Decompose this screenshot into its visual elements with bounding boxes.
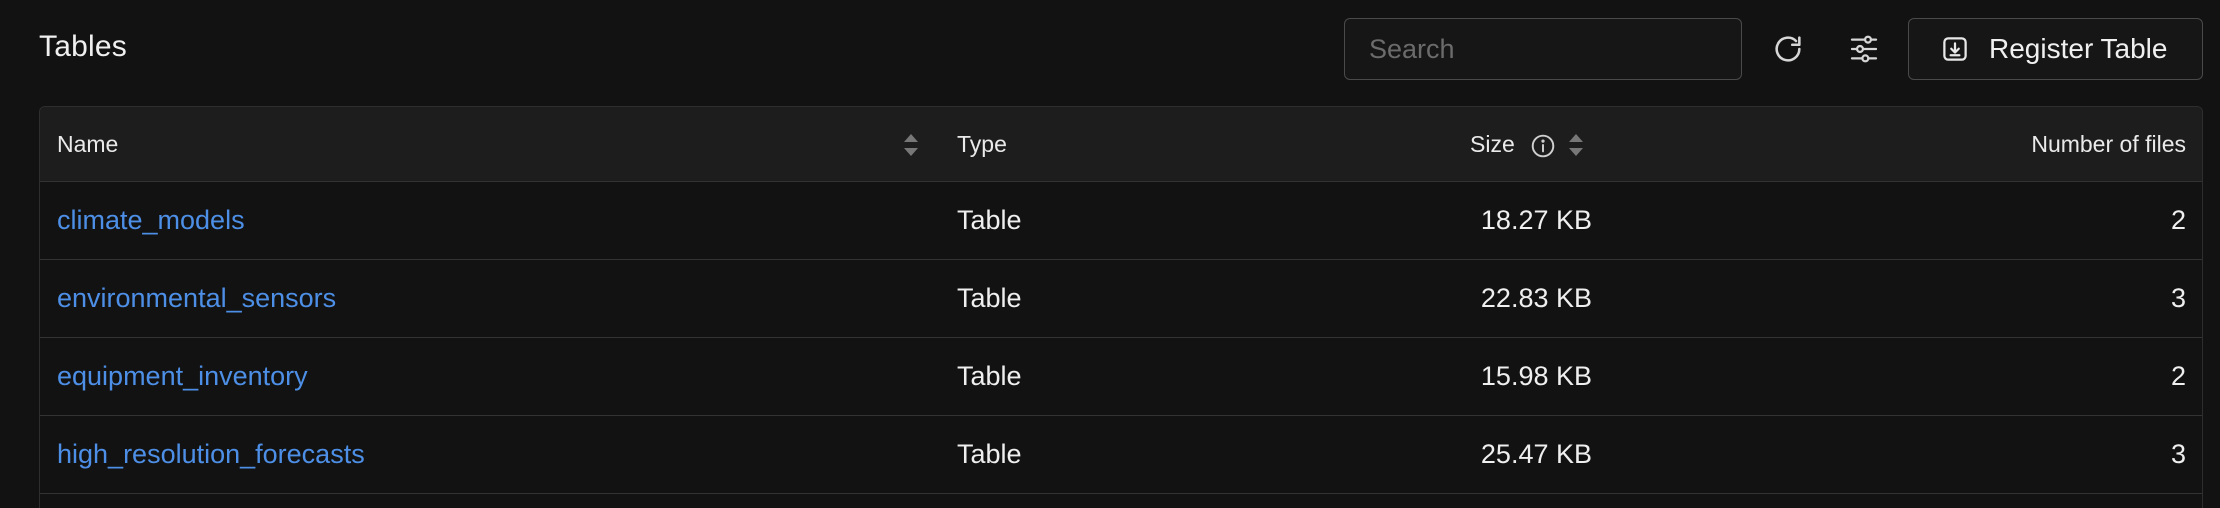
table-type: Table — [957, 361, 1022, 391]
table-name-link[interactable]: high_resolution_forecasts — [57, 416, 365, 493]
table-file-count: 3 — [2170, 439, 2186, 469]
table-size: 15.98 KB — [1480, 361, 1592, 391]
tables-page: Tables Search Register Table Name Type S… — [0, 0, 2220, 508]
table-row: environmental_sensors Table 22.83 KB 3 — [40, 260, 2202, 338]
table-name-link[interactable]: equipment_inventory — [57, 338, 308, 415]
register-table-button[interactable]: Register Table — [1908, 18, 2203, 80]
table-file-count: 2 — [2170, 205, 2186, 235]
column-settings-button[interactable] — [1841, 26, 1887, 72]
table-size: 22.83 KB — [1480, 283, 1592, 313]
table-name-link[interactable]: environmental_sensors — [57, 260, 336, 337]
refresh-button[interactable] — [1765, 26, 1811, 72]
search-input[interactable] — [1344, 18, 1742, 80]
info-icon[interactable] — [1530, 133, 1556, 159]
table-type: Table — [957, 283, 1022, 313]
sort-icon[interactable] — [1566, 131, 1586, 159]
table-name-link[interactable]: climate_models — [57, 182, 245, 259]
column-header-type: Type — [957, 131, 1007, 157]
page-header: Tables Search Register Table — [0, 0, 2220, 100]
column-header-size[interactable]: Size — [1470, 107, 1515, 182]
page-title: Tables — [39, 30, 127, 63]
refresh-icon — [1775, 36, 1801, 62]
table-size: 25.47 KB — [1480, 439, 1592, 469]
sliders-icon — [1850, 35, 1878, 63]
table-type: Table — [957, 205, 1022, 235]
sort-icon[interactable] — [901, 131, 921, 159]
table-row: equipment_inventory Table 15.98 KB 2 — [40, 338, 2202, 416]
table-row: climate_models Table 18.27 KB 2 — [40, 182, 2202, 260]
tables-table: Name Type Size Number of files climate_m… — [39, 106, 2203, 508]
table-type: Table — [957, 439, 1022, 469]
download-box-icon — [1939, 33, 1971, 65]
column-header-files: Number of files — [2031, 131, 2186, 157]
table-body: climate_models Table 18.27 KB 2 environm… — [40, 182, 2202, 494]
table-size: 18.27 KB — [1480, 205, 1592, 235]
table-row: high_resolution_forecasts Table 25.47 KB… — [40, 416, 2202, 494]
register-table-label: Register Table — [1989, 33, 2168, 64]
column-header-name[interactable]: Name — [57, 107, 118, 182]
table-header: Name Type Size Number of files — [40, 107, 2202, 182]
table-file-count: 2 — [2170, 361, 2186, 391]
table-file-count: 3 — [2170, 283, 2186, 313]
